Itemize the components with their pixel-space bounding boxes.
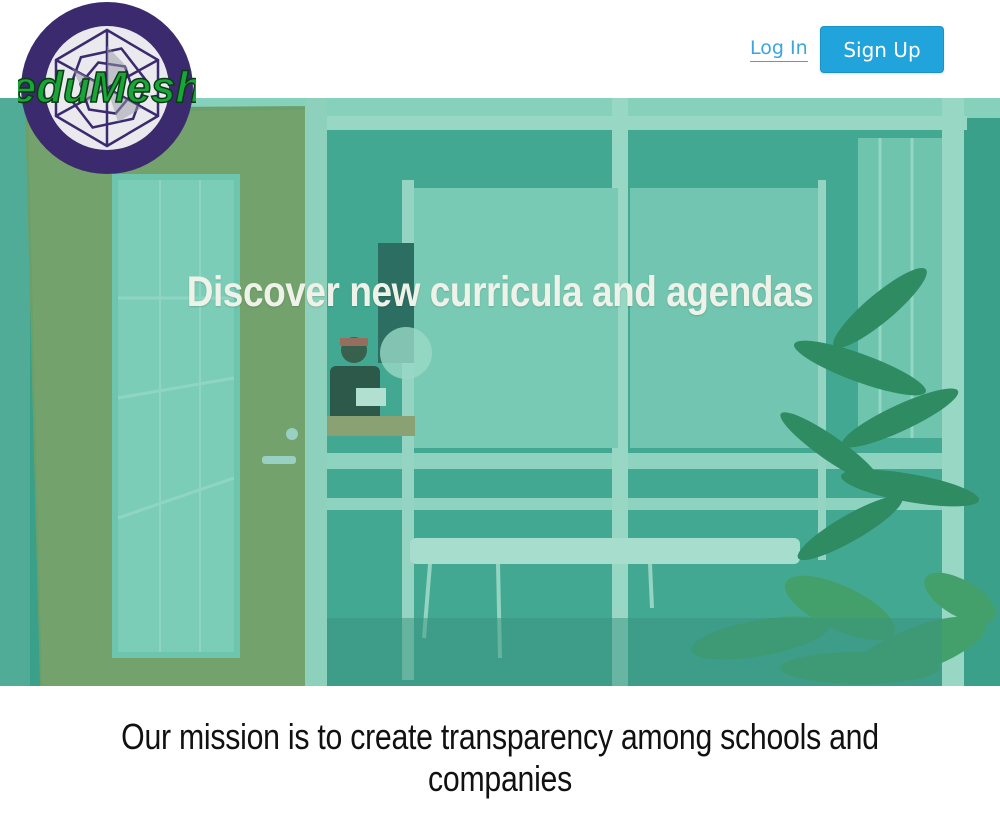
edumesh-logo-icon: eduMesh: [18, 2, 196, 174]
hero-title: Discover new curricula and agendas: [186, 268, 814, 316]
edumesh-logo[interactable]: eduMesh: [18, 2, 196, 174]
hero-banner: Discover new curricula and agendas: [0, 98, 1000, 686]
hero-background-image: [0, 98, 1000, 686]
mission-statement: Our mission is to create transparency am…: [121, 716, 879, 799]
login-link[interactable]: Log In: [750, 36, 808, 62]
landing-page: Log In Sign Up Discover new curricula an…: [0, 0, 1000, 813]
signup-button[interactable]: Sign Up: [820, 26, 944, 73]
logo-wordmark: eduMesh: [18, 63, 196, 112]
